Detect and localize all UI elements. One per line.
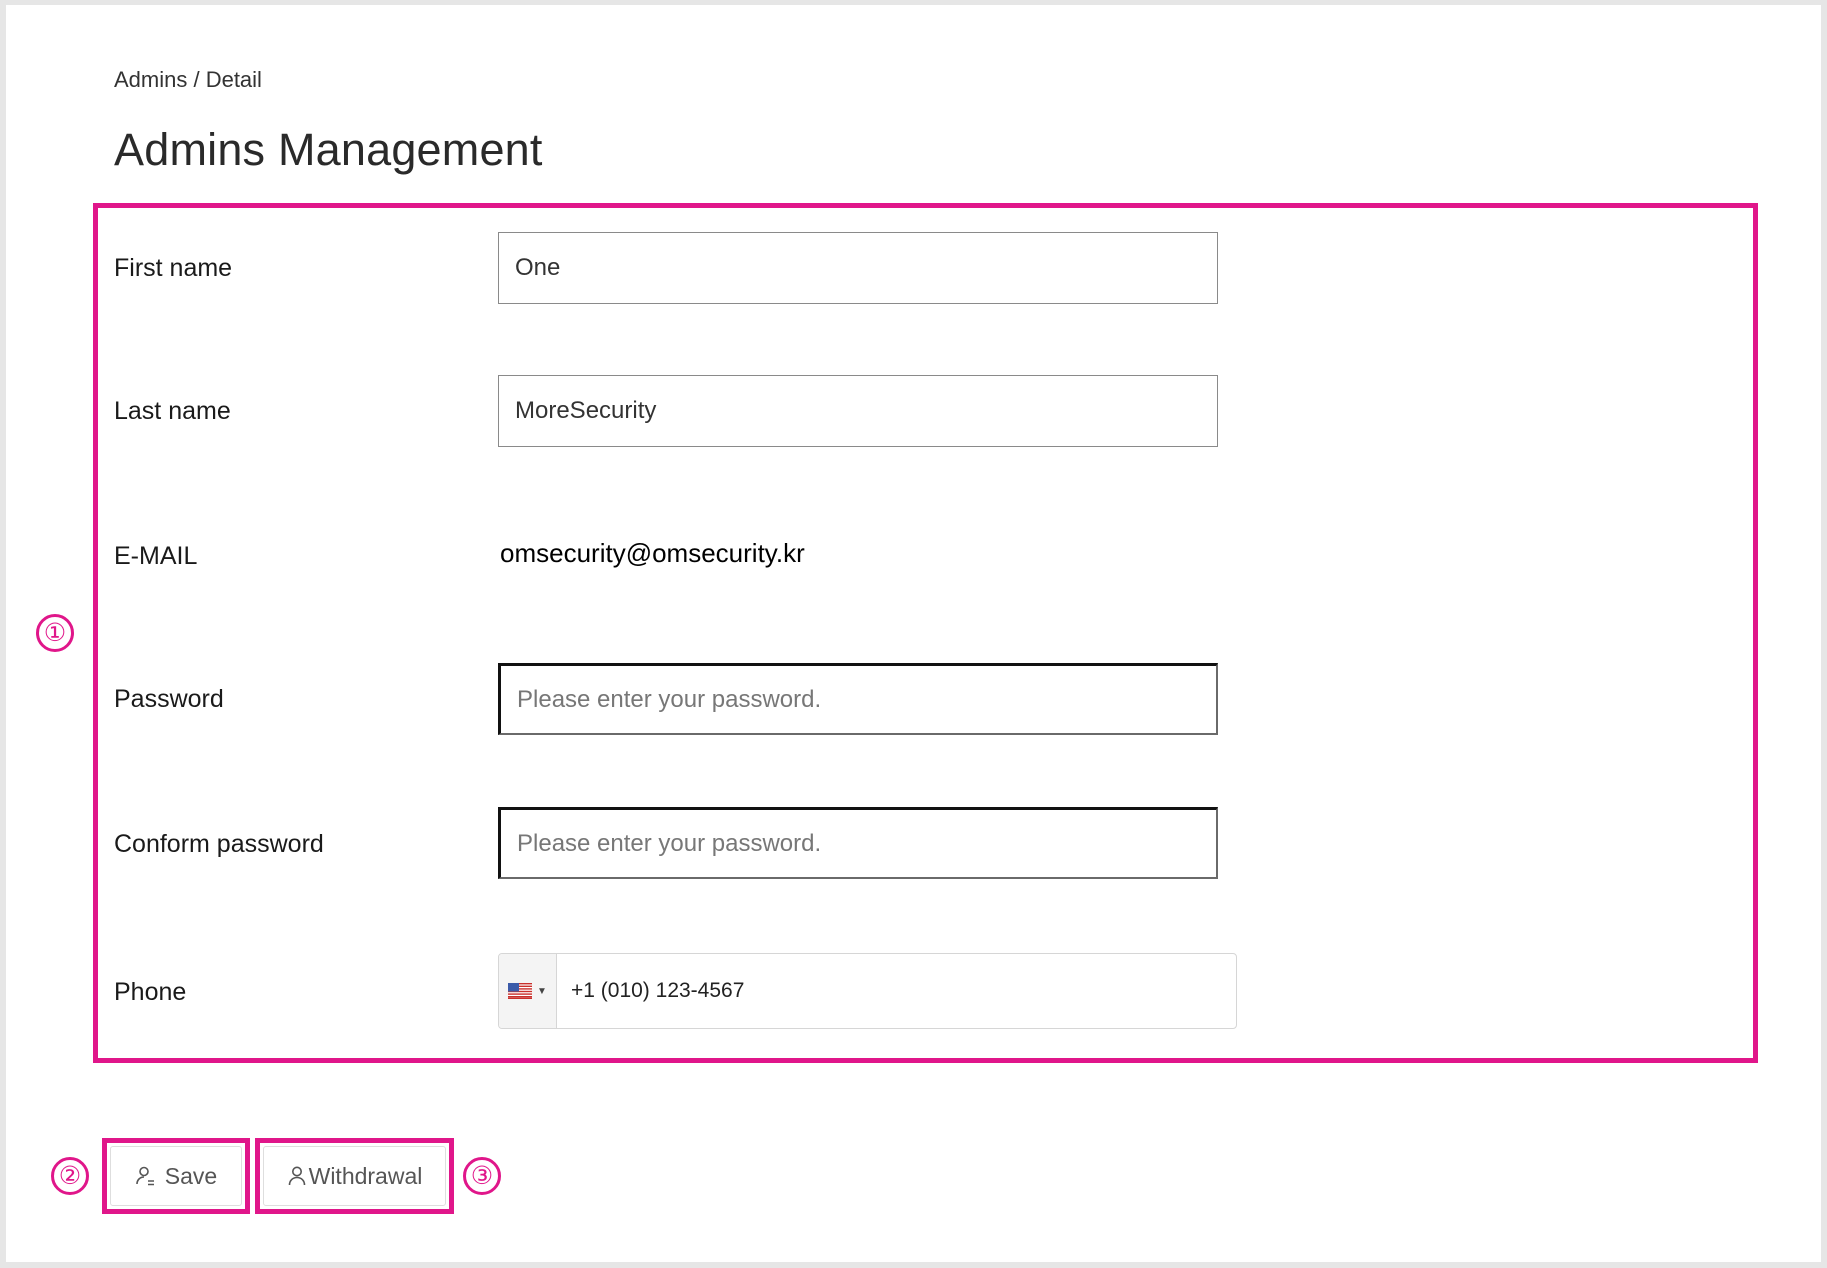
chevron-down-icon: ▼ <box>537 985 547 997</box>
confirm-password-input[interactable] <box>498 807 1218 879</box>
us-flag-icon <box>508 983 533 999</box>
first-name-label: First name <box>114 254 233 282</box>
phone-input[interactable] <box>557 954 1236 1028</box>
user-icon <box>288 1166 305 1186</box>
page-title: Admins Management <box>114 124 543 175</box>
withdrawal-button[interactable]: Withdrawal <box>263 1146 446 1206</box>
save-button[interactable]: Save <box>110 1146 242 1206</box>
phone-label: Phone <box>114 978 187 1006</box>
annotation-marker-2: ② <box>51 1157 89 1195</box>
save-button-label: Save <box>164 1162 218 1189</box>
country-selector[interactable]: ▼ <box>499 954 557 1028</box>
confirm-password-label: Conform password <box>114 830 324 858</box>
annotation-marker-3: ③ <box>463 1157 501 1195</box>
user-edit-icon <box>135 1166 154 1186</box>
form-highlight-box <box>93 203 1758 1063</box>
last-name-input[interactable] <box>498 375 1218 447</box>
password-input[interactable] <box>498 663 1218 735</box>
last-name-label: Last name <box>114 397 231 425</box>
password-label: Password <box>114 685 224 713</box>
annotation-marker-1: ① <box>36 614 74 652</box>
page-frame: Admins / Detail Admins Management ① Firs… <box>0 0 1827 1268</box>
breadcrumb: Admins / Detail <box>114 67 262 92</box>
phone-field: ▼ <box>498 953 1237 1029</box>
first-name-input[interactable] <box>498 232 1218 304</box>
email-value: omsecurity@omsecurity.kr <box>500 538 805 568</box>
email-label: E-MAIL <box>114 542 198 570</box>
withdrawal-button-label: Withdrawal <box>308 1162 423 1189</box>
